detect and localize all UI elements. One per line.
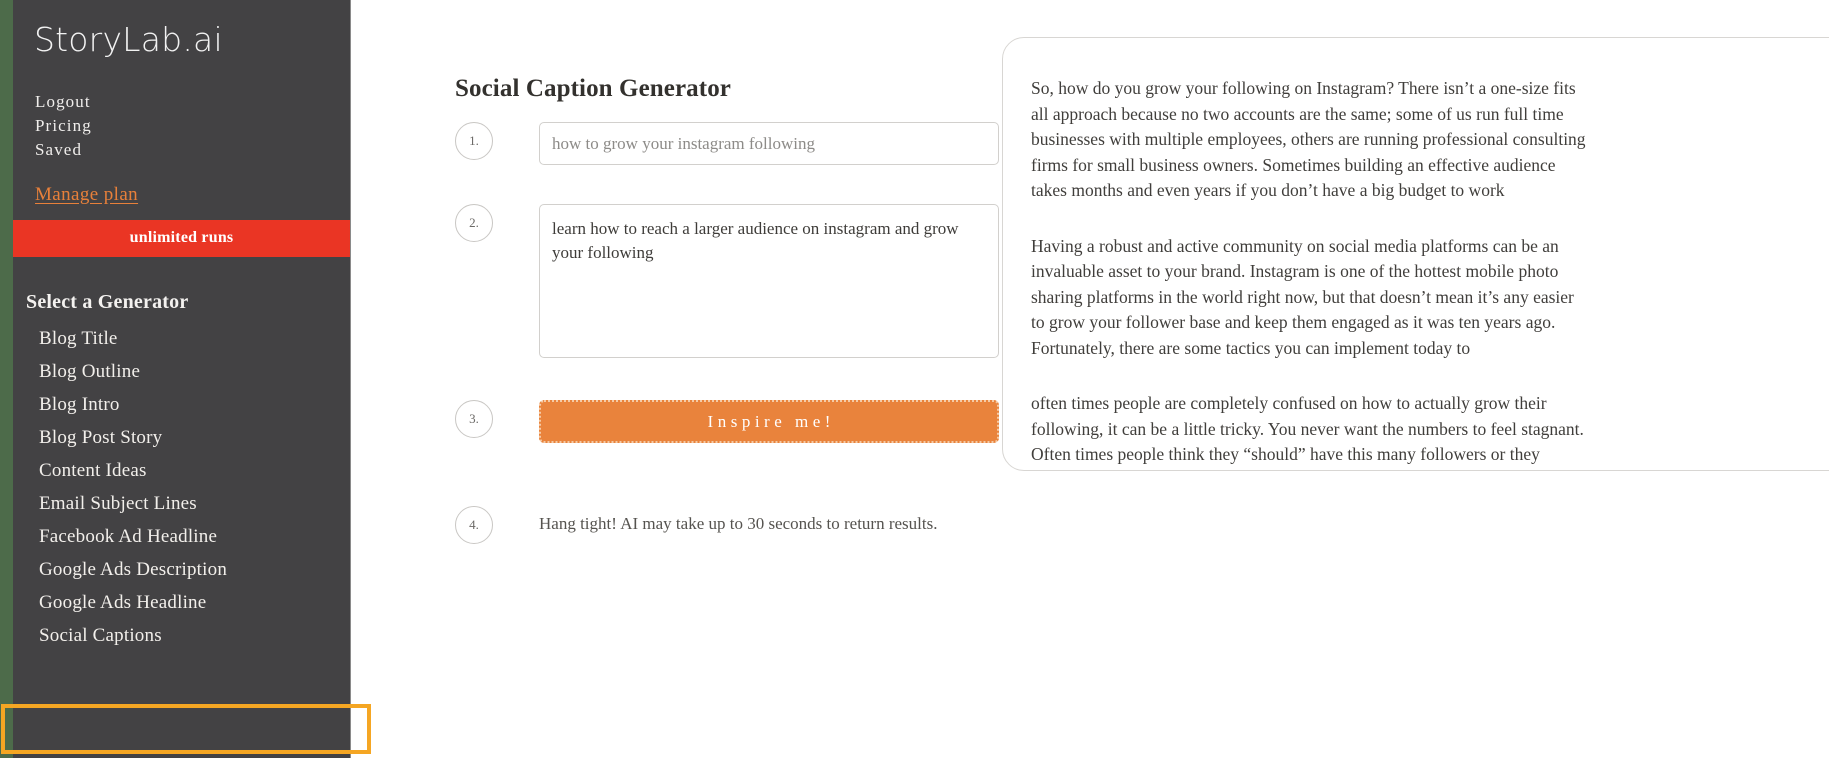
sidebar-item-social-captions[interactable]: Social Captions <box>13 619 350 652</box>
manage-plan-link[interactable]: Manage plan <box>35 184 138 205</box>
step-2-marker: 2. <box>455 204 493 242</box>
sidebar-item-blog-intro[interactable]: Blog Intro <box>13 388 350 421</box>
sidebar-item-pricing[interactable]: Pricing <box>35 114 350 138</box>
step-1-row: 1. <box>455 122 999 165</box>
sidebar-item-email-subject-lines[interactable]: Email Subject Lines <box>13 487 350 520</box>
processing-hint: Hang tight! AI may take up to 30 seconds… <box>539 514 938 533</box>
result-paragraph: So, how do you grow your following on In… <box>1031 78 1586 200</box>
sidebar-item-content-ideas[interactable]: Content Ideas <box>13 454 350 487</box>
inspire-me-button[interactable]: Inspire me! <box>539 400 999 443</box>
step-4-marker: 4. <box>455 506 493 544</box>
page-title: Social Caption Generator <box>455 74 731 102</box>
results-panel: So, how do you grow your following on In… <box>1002 37 1829 471</box>
brand-logo[interactable]: StoryLab.ai <box>13 0 350 60</box>
result-paragraph: often times people are completely confus… <box>1031 393 1584 470</box>
sidebar-item-blog-title[interactable]: Blog Title <box>13 322 350 355</box>
select-generator-heading: Select a Generator <box>26 290 189 313</box>
step-1-marker: 1. <box>455 122 493 160</box>
step-4-row: 4. Hang tight! AI may take up to 30 seco… <box>455 506 937 544</box>
sidebar-item-blog-post-story[interactable]: Blog Post Story <box>13 421 350 454</box>
description-textarea[interactable] <box>539 204 999 358</box>
sidebar-item-google-ads-headline[interactable]: Google Ads Headline <box>13 586 350 619</box>
sidebar: StoryLab.ai Logout Pricing Saved Manage … <box>13 0 351 758</box>
sidebar-item-facebook-ad-headline[interactable]: Facebook Ad Headline <box>13 520 350 553</box>
sidebar-item-google-ads-description[interactable]: Google Ads Description <box>13 553 350 586</box>
unlimited-runs-banner: unlimited runs <box>13 219 350 257</box>
step-3-marker: 3. <box>455 400 493 438</box>
result-paragraph: Having a robust and active community on … <box>1031 235 1574 358</box>
account-nav: Logout Pricing Saved <box>13 90 350 162</box>
step-2-row: 2. <box>455 204 999 358</box>
manage-plan-row: Manage plan <box>13 184 350 206</box>
sidebar-item-saved[interactable]: Saved <box>35 138 350 162</box>
sidebar-item-blog-outline[interactable]: Blog Outline <box>13 355 350 388</box>
topic-input[interactable] <box>539 122 999 165</box>
sidebar-item-logout[interactable]: Logout <box>35 90 350 114</box>
step-3-row: 3. Inspire me! <box>455 400 999 443</box>
generator-list: Blog Title Blog Outline Blog Intro Blog … <box>13 322 350 652</box>
